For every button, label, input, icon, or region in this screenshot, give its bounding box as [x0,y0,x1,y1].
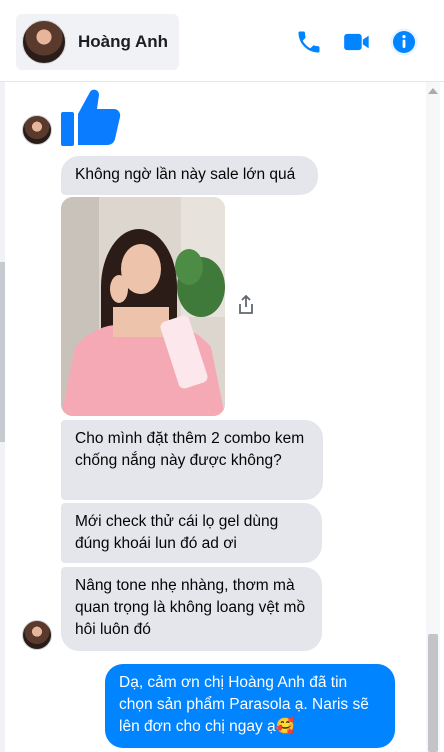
sender-avatar[interactable] [22,115,52,145]
contact-profile-button[interactable]: Hoàng Anh [16,14,179,70]
message-bubble[interactable]: Cho mình đặt thêm 2 combo kem chống nắng… [61,420,323,500]
share-icon[interactable] [236,294,256,316]
contact-name: Hoàng Anh [78,32,169,51]
left-panel-edge [0,82,5,752]
info-icon[interactable] [390,28,418,56]
scrollbar-thumb[interactable] [428,634,438,752]
message-text: Nâng tone nhẹ nhàng, thơm mà quan trọng … [75,577,306,638]
product-photo-image [61,197,225,416]
contact-avatar[interactable] [22,20,66,64]
message-text: Không ngờ lần này sale lớn quá [75,166,296,183]
message-text: Mới check thử cái lọ gel dùng đúng khoái… [75,513,279,552]
message-bubble[interactable]: Không ngờ lần này sale lớn quá [61,156,318,195]
phone-icon[interactable] [295,28,323,56]
thumbs-up-icon [61,89,121,146]
photo-message[interactable] [61,197,225,416]
scrollbar[interactable] [426,82,440,752]
chat-header: Hoàng Anh [0,0,444,82]
outgoing-message-bubble[interactable]: Dạ, cảm ơn chị Hoàng Anh đã tin chọn sản… [105,664,395,748]
message-bubble[interactable]: Mới check thử cái lọ gel dùng đúng khoái… [61,503,322,563]
message-bubble[interactable]: Nâng tone nhẹ nhàng, thơm mà quan trọng … [61,567,322,651]
message-text: Cho mình đặt thêm 2 combo kem chống nắng… [75,430,305,469]
scroll-up-arrow-icon[interactable] [428,88,438,94]
message-text: Dạ, cảm ơn chị Hoàng Anh đã tin chọn sản… [119,674,369,735]
video-icon[interactable] [343,28,371,56]
chat-window: Hoàng Anh Không ngờ lần này sale lớn quá [0,0,444,752]
sender-avatar[interactable] [22,620,52,650]
left-scroll-thumb[interactable] [0,262,5,442]
